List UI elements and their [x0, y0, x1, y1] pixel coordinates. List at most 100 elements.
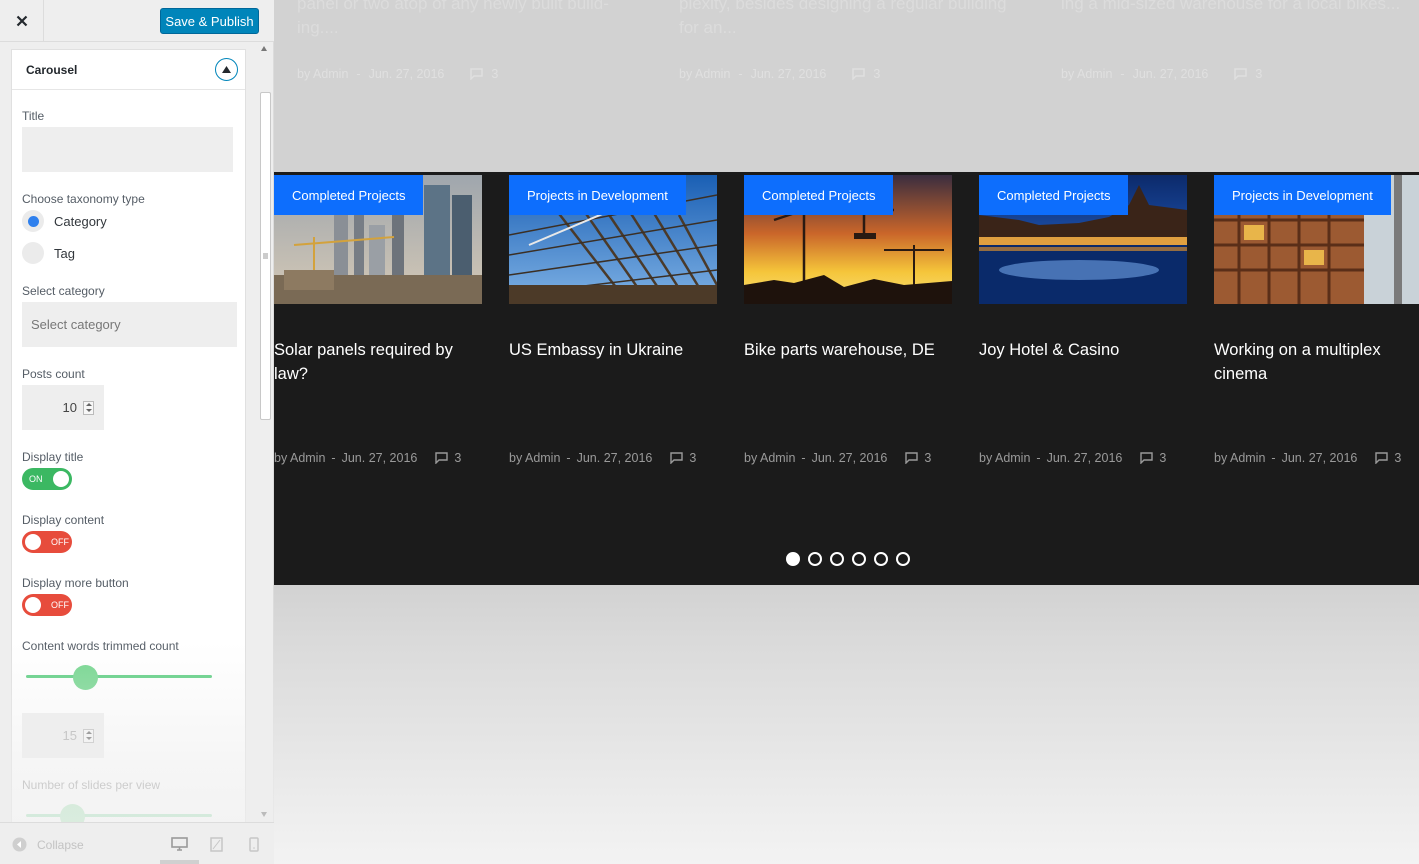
comments-link[interactable]: 3 [670, 451, 696, 465]
post-date[interactable]: Jun. 27, 2016 [369, 67, 445, 81]
trim-count-stepper[interactable]: 15 [22, 713, 104, 758]
post-thumbnail[interactable]: Completed Projects [744, 175, 952, 304]
meta-separator: - [331, 451, 336, 465]
comments-link[interactable]: 3 [1234, 67, 1262, 81]
comments-link[interactable]: 3 [470, 67, 498, 81]
radio-button-unchecked[interactable] [22, 242, 44, 264]
post-date[interactable]: Jun. 27, 2016 [1133, 67, 1209, 81]
spinner-arrows-icon[interactable] [83, 728, 94, 743]
post-meta: by Admin - Jun. 27, 2016 3 [297, 67, 498, 81]
post-thumbnail[interactable]: Projects in Development [1214, 175, 1419, 304]
carousel-card: Projects in Development US Embassy in Uk… [509, 175, 717, 465]
toggle-knob [25, 534, 41, 550]
section-toggle-button[interactable] [215, 58, 238, 81]
post-date[interactable]: Jun. 27, 2016 [577, 451, 653, 465]
category-badge[interactable]: Completed Projects [979, 175, 1129, 215]
slides-per-view-label: Number of slides per view [22, 778, 161, 792]
display-content-toggle[interactable]: OFF [22, 531, 72, 553]
tablet-preview-icon[interactable] [210, 837, 223, 852]
comment-icon [670, 452, 684, 464]
post-author[interactable]: by Admin [979, 451, 1030, 465]
trim-count-slider[interactable] [26, 664, 212, 690]
post-title[interactable]: Joy Hotel & Casino [979, 338, 1184, 362]
meta-separator: - [801, 451, 806, 465]
carousel-dot[interactable] [830, 552, 844, 566]
slider-handle[interactable] [60, 804, 85, 822]
close-icon [16, 15, 27, 27]
sidebar-scrollbar[interactable] [258, 42, 272, 822]
comments-count: 3 [491, 67, 499, 81]
post-title[interactable]: Bike parts warehouse, DE [744, 338, 949, 362]
display-title-toggle[interactable]: ON [22, 468, 72, 490]
radio-button-checked[interactable] [22, 210, 44, 232]
posts-count-stepper[interactable]: 10 [22, 385, 104, 430]
post-thumbnail[interactable]: Completed Projects [979, 175, 1187, 304]
post-excerpt: ing a mid-sized warehouse for a local bi… [1061, 0, 1401, 13]
post-author[interactable]: by Admin [509, 451, 560, 465]
post-thumbnail[interactable]: Projects in Development [509, 175, 717, 304]
post-title[interactable]: Solar panels required by law? [274, 338, 479, 386]
post-meta: by Admin - Jun. 27, 2016 3 [274, 451, 461, 465]
comments-link[interactable]: 3 [852, 67, 880, 81]
post-excerpt: panel or two atop of any newly built bui… [297, 0, 609, 37]
slider-track [26, 814, 212, 817]
carousel-dot[interactable] [852, 552, 866, 566]
comment-icon [1375, 452, 1389, 464]
carousel-dot[interactable] [808, 552, 822, 566]
scrollbar-thumb[interactable] [260, 92, 271, 420]
slider-handle[interactable] [73, 665, 98, 690]
comments-link[interactable]: 3 [435, 451, 461, 465]
desktop-preview-icon[interactable] [171, 837, 188, 852]
post-date[interactable]: Jun. 27, 2016 [1282, 451, 1358, 465]
comment-icon [1234, 68, 1248, 80]
display-more-button-toggle[interactable]: OFF [22, 594, 72, 616]
collapse-sidebar-button[interactable]: Collapse [12, 837, 84, 852]
post-author[interactable]: by Admin [679, 67, 730, 81]
post-author[interactable]: by Admin [297, 67, 348, 81]
title-input[interactable] [22, 127, 233, 172]
comments-count: 3 [924, 451, 932, 465]
carousel-dot[interactable] [896, 552, 910, 566]
carousel-dot[interactable] [874, 552, 888, 566]
radio-category[interactable]: Category [22, 210, 107, 232]
category-select[interactable]: Select category [22, 302, 237, 347]
category-badge[interactable]: Completed Projects [744, 175, 894, 215]
comment-icon [852, 68, 866, 80]
post-date[interactable]: Jun. 27, 2016 [812, 451, 888, 465]
category-badge[interactable]: Completed Projects [274, 175, 424, 215]
comments-link[interactable]: 3 [1140, 451, 1166, 465]
post-date[interactable]: Jun. 27, 2016 [342, 451, 418, 465]
scroll-up-arrow-icon[interactable] [261, 46, 267, 51]
carousel-dot[interactable] [786, 552, 800, 566]
post-title[interactable]: Working on a multiplex cinema [1214, 338, 1419, 386]
radio-tag[interactable]: Tag [22, 242, 75, 264]
display-title-label: Display title [22, 450, 84, 464]
carousel-section: Carousel Title Choose taxonomy type Cate… [11, 49, 246, 822]
carousel-card: Completed Projects Joy Hotel & Casino by… [979, 175, 1187, 465]
mobile-preview-icon[interactable] [249, 837, 259, 852]
save-publish-button[interactable]: Save & Publish [160, 8, 259, 34]
category-badge[interactable]: Projects in Development [509, 175, 686, 215]
toggle-knob [53, 471, 69, 487]
post-date[interactable]: Jun. 27, 2016 [751, 67, 827, 81]
post-date[interactable]: Jun. 27, 2016 [1047, 451, 1123, 465]
category-badge[interactable]: Projects in Development [1214, 175, 1391, 215]
spinner-arrows-icon[interactable] [83, 400, 94, 415]
post-thumbnail[interactable]: Completed Projects [274, 175, 482, 304]
section-header[interactable]: Carousel [12, 50, 245, 90]
scroll-down-arrow-icon[interactable] [261, 812, 267, 817]
slides-per-view-slider[interactable] [26, 803, 212, 822]
comments-link[interactable]: 3 [1375, 451, 1401, 465]
carousel-card: Completed Projects Solar panels required… [274, 175, 482, 465]
post-title[interactable]: US Embassy in Ukraine [509, 338, 714, 362]
post-author[interactable]: by Admin [1214, 451, 1265, 465]
post-author[interactable]: by Admin [274, 451, 325, 465]
post-meta: by Admin - Jun. 27, 2016 3 [1214, 451, 1401, 465]
post-meta: by Admin - Jun. 27, 2016 3 [679, 67, 880, 81]
comments-link[interactable]: 3 [905, 451, 931, 465]
post-author[interactable]: by Admin [1061, 67, 1112, 81]
comments-count: 3 [873, 67, 881, 81]
close-customizer-button[interactable] [0, 0, 44, 42]
post-author[interactable]: by Admin [744, 451, 795, 465]
comment-icon [435, 452, 449, 464]
